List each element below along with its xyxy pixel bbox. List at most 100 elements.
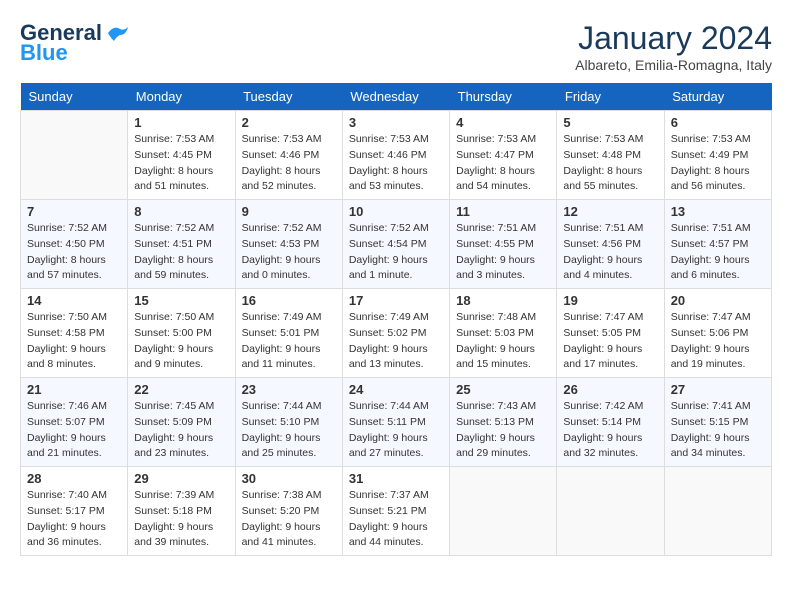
calendar-cell: 31 Sunrise: 7:37 AMSunset: 5:21 PMDayligh… (342, 467, 449, 556)
calendar-cell: 12Sunrise: 7:51 AMSunset: 4:56 PMDayligh… (557, 200, 664, 289)
weekday-header: Friday (557, 83, 664, 111)
day-number: 9 (242, 204, 336, 219)
calendar-cell: 29Sunrise: 7:39 AMSunset: 5:18 PMDayligh… (128, 467, 235, 556)
day-number: 2 (242, 115, 336, 130)
month-title: January 2024 (575, 20, 772, 57)
calendar-cell: 30Sunrise: 7:38 AMSunset: 5:20 PMDayligh… (235, 467, 342, 556)
calendar-table: SundayMondayTuesdayWednesdayThursdayFrid… (20, 83, 772, 556)
cell-details: Sunrise: 7:53 AMSunset: 4:45 PMDaylight:… (134, 132, 228, 195)
day-number: 4 (456, 115, 550, 130)
logo-bird-icon (106, 25, 128, 41)
day-number: 1 (134, 115, 228, 130)
day-number: 18 (456, 293, 550, 308)
logo: General Blue (20, 20, 128, 66)
calendar-cell: 11Sunrise: 7:51 AMSunset: 4:55 PMDayligh… (450, 200, 557, 289)
day-number: 29 (134, 471, 228, 486)
calendar-cell: 22Sunrise: 7:45 AMSunset: 5:09 PMDayligh… (128, 378, 235, 467)
day-number: 12 (563, 204, 657, 219)
weekday-header-row: SundayMondayTuesdayWednesdayThursdayFrid… (21, 83, 772, 111)
calendar-cell: 28 Sunrise: 7:40 AMSunset: 5:17 PMDayligh… (21, 467, 128, 556)
calendar-cell: 1 Sunrise: 7:53 AMSunset: 4:45 PMDaylight… (128, 111, 235, 200)
cell-details: Sunrise: 7:40 AMSunset: 5:17 PMDaylight:… (27, 488, 121, 551)
calendar-week-row: 28 Sunrise: 7:40 AMSunset: 5:17 PMDayligh… (21, 467, 772, 556)
cell-details: Sunrise: 7:38 AMSunset: 5:20 PMDaylight:… (242, 488, 336, 551)
title-section: January 2024 Albareto, Emilia-Romagna, I… (575, 20, 772, 73)
day-number: 3 (349, 115, 443, 130)
calendar-cell: 18 Sunrise: 7:48 AMSunset: 5:03 PMDayligh… (450, 289, 557, 378)
cell-details: Sunrise: 7:52 AMSunset: 4:50 PMDaylight:… (27, 221, 121, 284)
calendar-cell: 3Sunrise: 7:53 AMSunset: 4:46 PMDaylight… (342, 111, 449, 200)
cell-details: Sunrise: 7:43 AMSunset: 5:13 PMDaylight:… (456, 399, 550, 462)
day-number: 13 (671, 204, 765, 219)
day-number: 25 (456, 382, 550, 397)
day-number: 14 (27, 293, 121, 308)
cell-details: Sunrise: 7:52 AMSunset: 4:51 PMDaylight:… (134, 221, 228, 284)
calendar-cell: 17 Sunrise: 7:49 AMSunset: 5:02 PMDayligh… (342, 289, 449, 378)
calendar-cell: 8Sunrise: 7:52 AMSunset: 4:51 PMDaylight… (128, 200, 235, 289)
calendar-cell: 6 Sunrise: 7:53 AMSunset: 4:49 PMDaylight… (664, 111, 771, 200)
cell-details: Sunrise: 7:53 AMSunset: 4:49 PMDaylight:… (671, 132, 765, 195)
cell-details: Sunrise: 7:53 AMSunset: 4:48 PMDaylight:… (563, 132, 657, 195)
cell-details: Sunrise: 7:53 AMSunset: 4:47 PMDaylight:… (456, 132, 550, 195)
calendar-cell: 10Sunrise: 7:52 AMSunset: 4:54 PMDayligh… (342, 200, 449, 289)
calendar-cell (664, 467, 771, 556)
calendar-cell: 21 Sunrise: 7:46 AMSunset: 5:07 PMDayligh… (21, 378, 128, 467)
day-number: 10 (349, 204, 443, 219)
calendar-cell: 2 Sunrise: 7:53 AMSunset: 4:46 PMDaylight… (235, 111, 342, 200)
day-number: 16 (242, 293, 336, 308)
logo-blue: Blue (20, 40, 68, 66)
day-number: 22 (134, 382, 228, 397)
day-number: 17 (349, 293, 443, 308)
calendar-cell: 26 Sunrise: 7:42 AMSunset: 5:14 PMDayligh… (557, 378, 664, 467)
cell-details: Sunrise: 7:51 AMSunset: 4:55 PMDaylight:… (456, 221, 550, 284)
cell-details: Sunrise: 7:41 AMSunset: 5:15 PMDaylight:… (671, 399, 765, 462)
calendar-cell: 23Sunrise: 7:44 AMSunset: 5:10 PMDayligh… (235, 378, 342, 467)
calendar-cell: 7 Sunrise: 7:52 AMSunset: 4:50 PMDaylight… (21, 200, 128, 289)
day-number: 28 (27, 471, 121, 486)
day-number: 27 (671, 382, 765, 397)
weekday-header: Saturday (664, 83, 771, 111)
weekday-header: Sunday (21, 83, 128, 111)
cell-details: Sunrise: 7:47 AMSunset: 5:06 PMDaylight:… (671, 310, 765, 373)
cell-details: Sunrise: 7:44 AMSunset: 5:11 PMDaylight:… (349, 399, 443, 462)
weekday-header: Tuesday (235, 83, 342, 111)
day-number: 26 (563, 382, 657, 397)
calendar-cell: 20 Sunrise: 7:47 AMSunset: 5:06 PMDayligh… (664, 289, 771, 378)
cell-details: Sunrise: 7:49 AMSunset: 5:01 PMDaylight:… (242, 310, 336, 373)
cell-details: Sunrise: 7:50 AMSunset: 4:58 PMDaylight:… (27, 310, 121, 373)
calendar-cell (450, 467, 557, 556)
cell-details: Sunrise: 7:53 AMSunset: 4:46 PMDaylight:… (242, 132, 336, 195)
day-number: 21 (27, 382, 121, 397)
weekday-header: Wednesday (342, 83, 449, 111)
location-subtitle: Albareto, Emilia-Romagna, Italy (575, 57, 772, 73)
cell-details: Sunrise: 7:46 AMSunset: 5:07 PMDaylight:… (27, 399, 121, 462)
calendar-cell: 25 Sunrise: 7:43 AMSunset: 5:13 PMDayligh… (450, 378, 557, 467)
day-number: 31 (349, 471, 443, 486)
calendar-cell: 9Sunrise: 7:52 AMSunset: 4:53 PMDaylight… (235, 200, 342, 289)
calendar-week-row: 7 Sunrise: 7:52 AMSunset: 4:50 PMDaylight… (21, 200, 772, 289)
calendar-cell: 14 Sunrise: 7:50 AMSunset: 4:58 PMDayligh… (21, 289, 128, 378)
calendar-cell: 19Sunrise: 7:47 AMSunset: 5:05 PMDayligh… (557, 289, 664, 378)
day-number: 24 (349, 382, 443, 397)
calendar-cell: 4 Sunrise: 7:53 AMSunset: 4:47 PMDaylight… (450, 111, 557, 200)
calendar-week-row: 21 Sunrise: 7:46 AMSunset: 5:07 PMDayligh… (21, 378, 772, 467)
day-number: 6 (671, 115, 765, 130)
cell-details: Sunrise: 7:47 AMSunset: 5:05 PMDaylight:… (563, 310, 657, 373)
calendar-cell (557, 467, 664, 556)
calendar-cell: 13 Sunrise: 7:51 AMSunset: 4:57 PMDayligh… (664, 200, 771, 289)
cell-details: Sunrise: 7:48 AMSunset: 5:03 PMDaylight:… (456, 310, 550, 373)
calendar-week-row: 1 Sunrise: 7:53 AMSunset: 4:45 PMDaylight… (21, 111, 772, 200)
day-number: 20 (671, 293, 765, 308)
cell-details: Sunrise: 7:51 AMSunset: 4:57 PMDaylight:… (671, 221, 765, 284)
calendar-cell: 27 Sunrise: 7:41 AMSunset: 5:15 PMDayligh… (664, 378, 771, 467)
cell-details: Sunrise: 7:37 AMSunset: 5:21 PMDaylight:… (349, 488, 443, 551)
day-number: 15 (134, 293, 228, 308)
calendar-cell: 5 Sunrise: 7:53 AMSunset: 4:48 PMDaylight… (557, 111, 664, 200)
calendar-cell (21, 111, 128, 200)
cell-details: Sunrise: 7:49 AMSunset: 5:02 PMDaylight:… (349, 310, 443, 373)
day-number: 23 (242, 382, 336, 397)
page-header: General Blue January 2024 Albareto, Emil… (20, 20, 772, 73)
day-number: 5 (563, 115, 657, 130)
day-number: 7 (27, 204, 121, 219)
cell-details: Sunrise: 7:42 AMSunset: 5:14 PMDaylight:… (563, 399, 657, 462)
